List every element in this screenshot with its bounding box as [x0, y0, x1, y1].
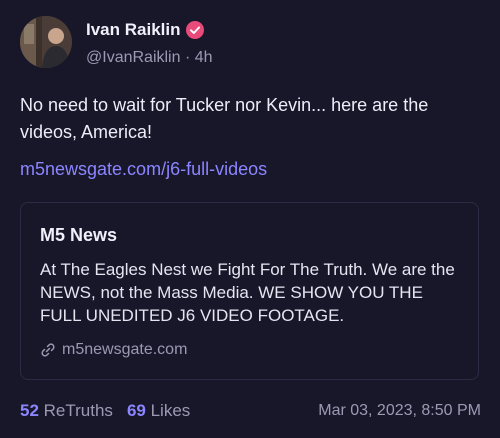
timestamp[interactable]: Mar 03, 2023, 8:50 PM [318, 400, 481, 422]
avatar[interactable] [20, 16, 72, 68]
card-domain-text: m5newsgate.com [62, 341, 188, 358]
card-description: At The Eagles Nest we Fight For The Trut… [40, 260, 455, 325]
verified-badge-icon [186, 21, 205, 39]
retruths-stat[interactable]: 52 ReTruths [20, 400, 113, 422]
card-title: M5 News [40, 225, 118, 245]
display-name-text: Ivan Raiklin [86, 20, 181, 39]
post-text: No need to wait for Tucker nor Kevin... … [20, 95, 429, 142]
link-icon [40, 342, 56, 358]
likes-label: Likes [150, 401, 191, 420]
likes-stat[interactable]: 69 Likes [127, 400, 190, 422]
likes-count: 69 [126, 401, 146, 420]
retruths-count: 52 [20, 401, 39, 420]
card-domain: m5newsgate.com [40, 340, 187, 360]
time-ago[interactable]: 4h [195, 49, 213, 66]
display-name[interactable]: Ivan Raiklin [86, 20, 205, 40]
stats-row: 52 ReTruths 69 Likes [20, 400, 190, 422]
link-preview-card[interactable]: M5 News At The Eagles Nest we Fight For … [20, 202, 479, 380]
separator: · [184, 49, 191, 66]
handle-row: @IvanRaiklin · 4h [86, 48, 213, 68]
handle[interactable]: @IvanRaiklin [86, 49, 181, 66]
retruths-label: ReTruths [43, 401, 113, 420]
post-link[interactable]: m5newsgate.com/j6-full-videos [20, 157, 267, 181]
